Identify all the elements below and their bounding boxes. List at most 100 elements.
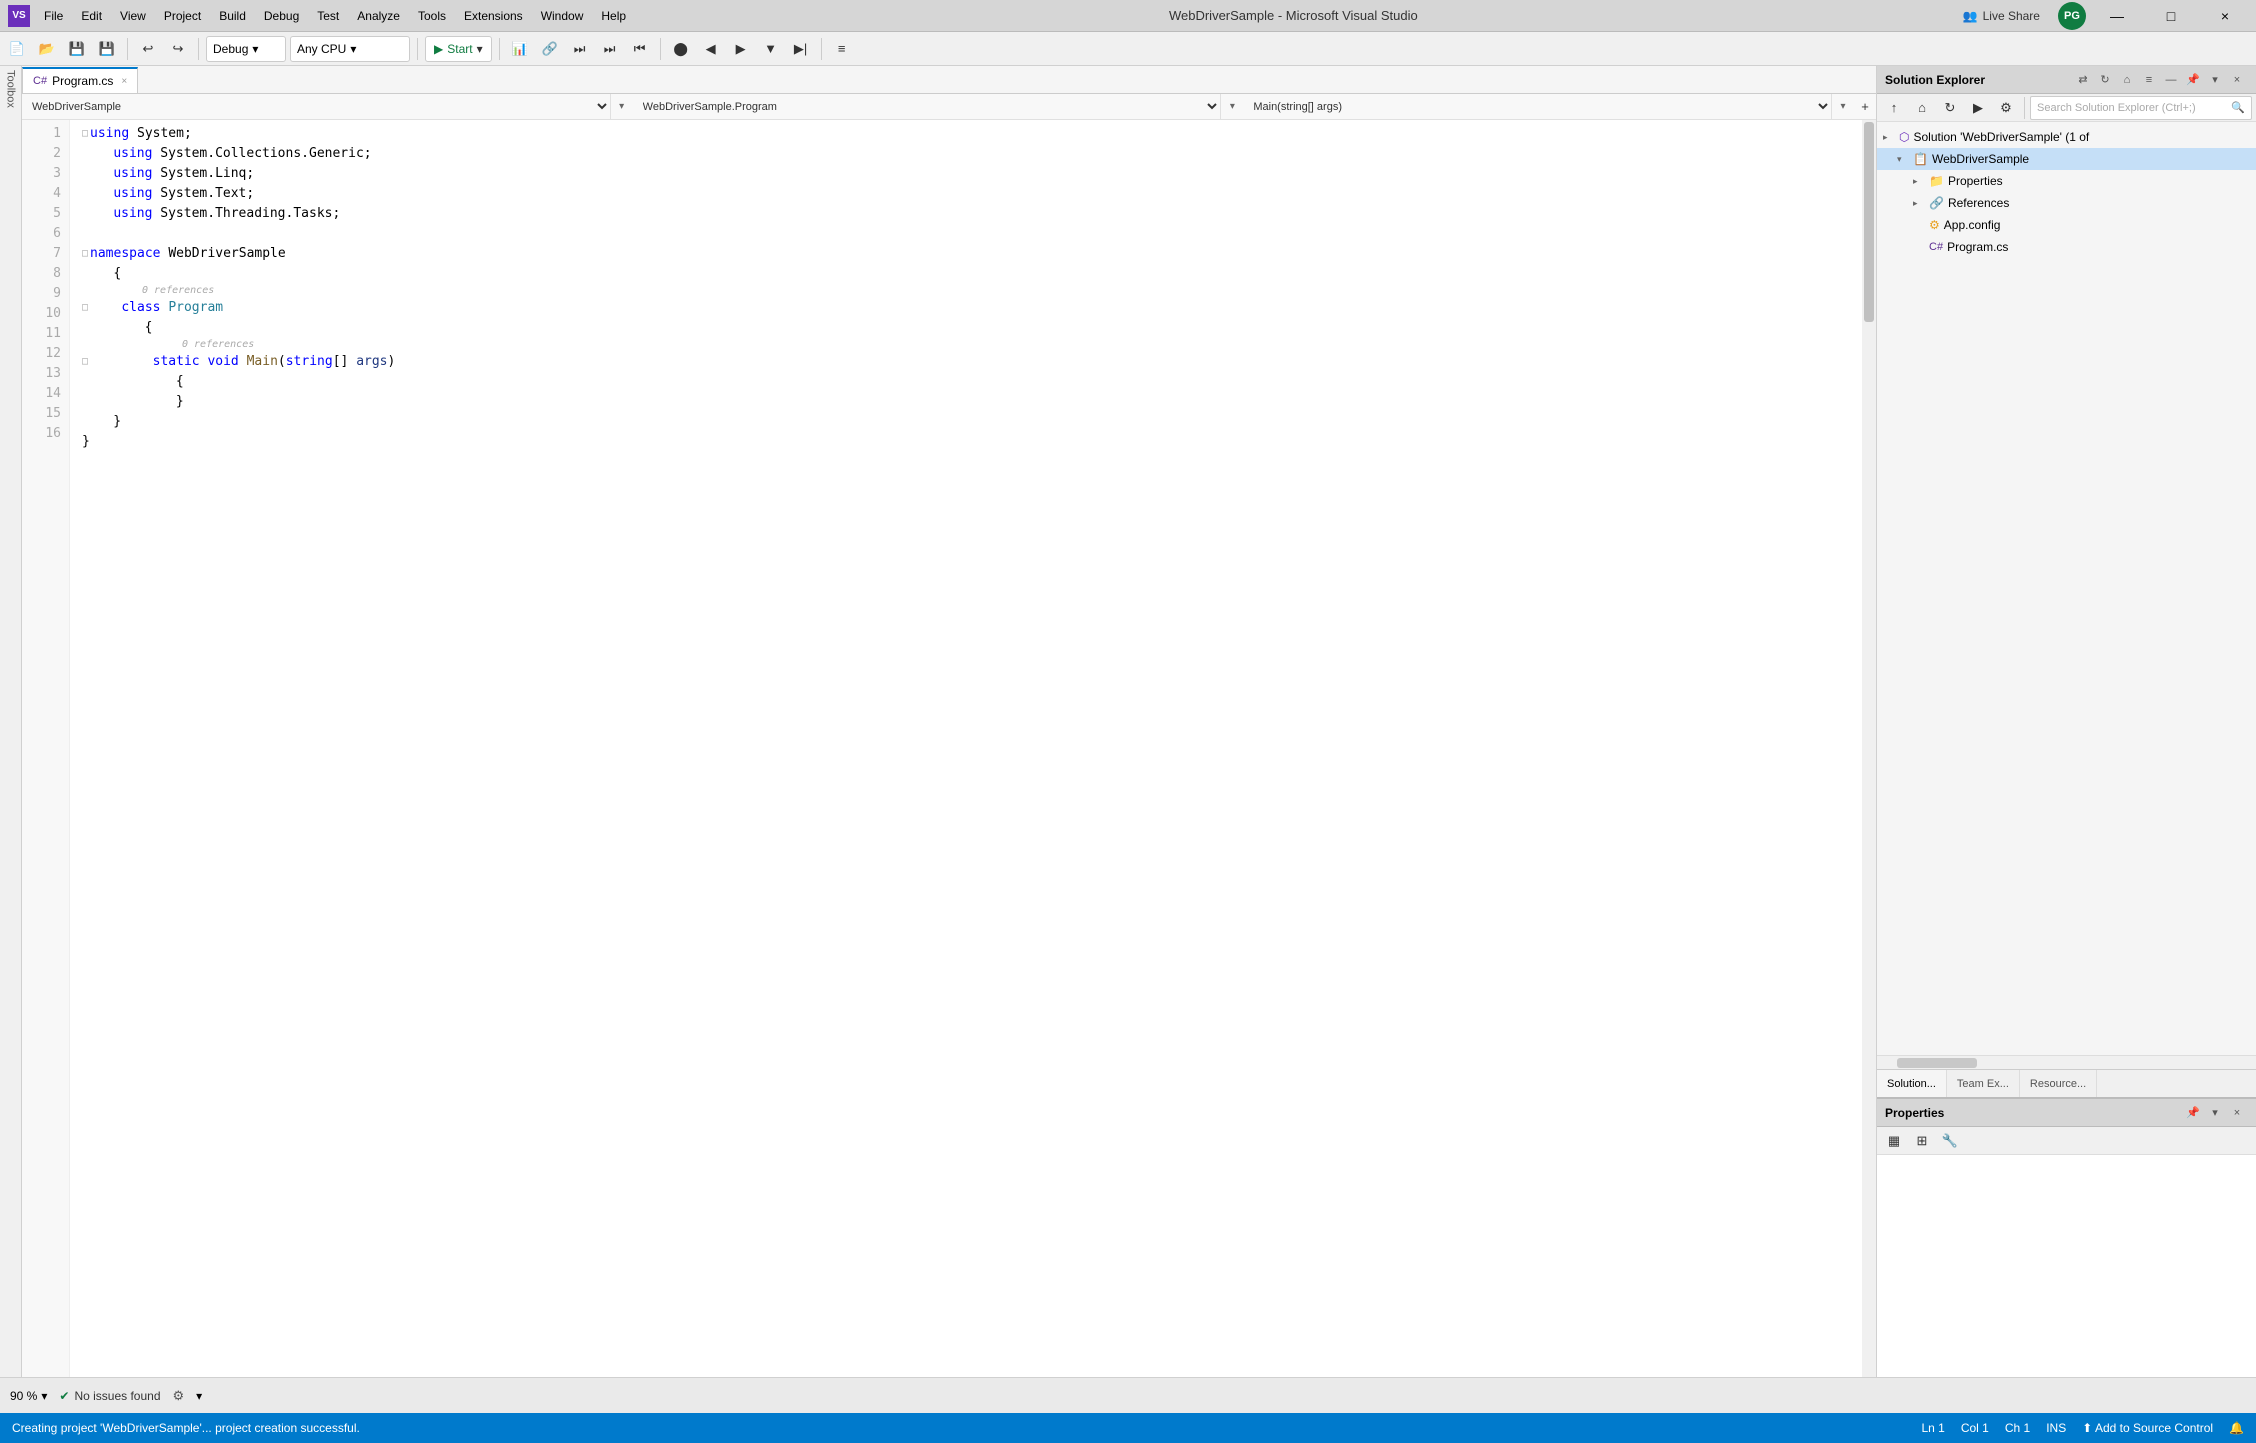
- nav-class-select[interactable]: WebDriverSample.Program: [633, 94, 1222, 119]
- collapse-1[interactable]: □: [82, 124, 88, 144]
- live-share-button[interactable]: 👥 Live Share: [1953, 5, 2050, 27]
- sep6: [821, 38, 822, 60]
- code-line-5: using System.Threading.Tasks;: [82, 204, 1850, 224]
- toolbar-nav4-btn[interactable]: ▶|: [788, 36, 814, 62]
- nav-arrow-2[interactable]: ▾: [1221, 94, 1243, 119]
- code-line-14: }: [82, 412, 1850, 432]
- expand-editor-btn[interactable]: +: [1854, 94, 1876, 120]
- sol-tb-5[interactable]: ⚙: [1993, 95, 2019, 121]
- props-pin-btn[interactable]: 📌: [2182, 1102, 2204, 1124]
- sol-collapse-btn[interactable]: —: [2160, 69, 2182, 91]
- sol-tab-solution[interactable]: Solution...: [1877, 1070, 1947, 1097]
- notification-icon[interactable]: 🔔: [2229, 1421, 2244, 1435]
- props-unpin-btn[interactable]: ▾: [2204, 1102, 2226, 1124]
- nav-arrow-1[interactable]: ▾: [611, 94, 633, 119]
- collapse-11[interactable]: □: [82, 352, 88, 372]
- tree-project[interactable]: ▾ 📋 WebDriverSample: [1877, 148, 2256, 170]
- sol-nav-btn[interactable]: ⌂: [2116, 69, 2138, 91]
- sol-tab-team[interactable]: Team Ex...: [1947, 1070, 2020, 1097]
- sol-filter-btn[interactable]: ≡: [2138, 69, 2160, 91]
- platform-dropdown[interactable]: Any CPU ▾: [290, 36, 410, 62]
- menu-extensions[interactable]: Extensions: [456, 5, 531, 27]
- toolbar-undo-btn[interactable]: ↩: [135, 36, 161, 62]
- props-close-btn[interactable]: ×: [2226, 1102, 2248, 1124]
- sol-tb-2[interactable]: ⌂: [1909, 95, 1935, 121]
- toolbar-misc-btn[interactable]: ≡: [829, 36, 855, 62]
- menu-view[interactable]: View: [112, 5, 154, 27]
- menu-help[interactable]: Help: [593, 5, 634, 27]
- settings-icon[interactable]: ⚙: [173, 1388, 185, 1404]
- sol-tb-1[interactable]: ↑: [1881, 95, 1907, 121]
- menu-project[interactable]: Project: [156, 5, 209, 27]
- sol-close-btn[interactable]: ×: [2226, 69, 2248, 91]
- status-ln: Ln 1: [1921, 1421, 1944, 1435]
- user-avatar[interactable]: PG: [2058, 2, 2086, 30]
- menu-file[interactable]: File: [36, 5, 71, 27]
- collapse-9[interactable]: □: [82, 298, 88, 318]
- scrollbar-thumb[interactable]: [1864, 122, 1874, 322]
- props-wrench-btn[interactable]: 🔧: [1937, 1128, 1963, 1154]
- sol-pin-btn[interactable]: 📌: [2182, 69, 2204, 91]
- menu-analyze[interactable]: Analyze: [349, 5, 408, 27]
- tree-program-cs[interactable]: ▸ C# Program.cs: [1877, 236, 2256, 258]
- toolbar-redo-btn[interactable]: ↪: [165, 36, 191, 62]
- tree-solution[interactable]: ▸ ⬡ Solution 'WebDriverSample' (1 of: [1877, 126, 2256, 148]
- source-control-label[interactable]: ⬆ Add to Source Control: [2082, 1421, 2213, 1435]
- props-cursor-btn[interactable]: ⊞: [1909, 1128, 1935, 1154]
- line-num-4: 4: [22, 184, 69, 204]
- toolbar-attach-btn[interactable]: 🔗: [537, 36, 563, 62]
- sol-search[interactable]: Search Solution Explorer (Ctrl+;) 🔍: [2030, 96, 2252, 120]
- start-button[interactable]: ▶ Start ▾: [425, 36, 492, 62]
- sol-toolbar: ↑ ⌂ ↻ ▶ ⚙ Search Solution Explorer (Ctrl…: [1877, 94, 2256, 122]
- sol-hscroll-thumb[interactable]: [1897, 1058, 1977, 1068]
- toolbar-stepover-btn[interactable]: ⏭: [597, 36, 623, 62]
- toolbar-nav3-btn[interactable]: ▼: [758, 36, 784, 62]
- toolbar-open-btn[interactable]: 📂: [34, 36, 60, 62]
- vertical-scrollbar[interactable]: [1862, 120, 1876, 1377]
- code-editor[interactable]: □ using System; using System.Collections…: [70, 120, 1862, 1377]
- sol-sync-btn[interactable]: ⇄: [2072, 69, 2094, 91]
- sol-tb-3[interactable]: ↻: [1937, 95, 1963, 121]
- settings-dropdown[interactable]: ▾: [196, 1389, 202, 1403]
- menu-window[interactable]: Window: [533, 5, 592, 27]
- menu-test[interactable]: Test: [309, 5, 347, 27]
- menu-edit[interactable]: Edit: [73, 5, 110, 27]
- tree-properties[interactable]: ▸ 📁 Properties: [1877, 170, 2256, 192]
- menu-debug[interactable]: Debug: [256, 5, 307, 27]
- tab-close-btn[interactable]: ×: [121, 76, 127, 87]
- toolbar-step-btn[interactable]: ⏭: [567, 36, 593, 62]
- toolbar-stepout-btn[interactable]: ⏮: [627, 36, 653, 62]
- sol-tab-resource[interactable]: Resource...: [2020, 1070, 2097, 1097]
- toolbar-nav2-btn[interactable]: ▶: [728, 36, 754, 62]
- zoom-control[interactable]: 90 % ▾: [10, 1389, 47, 1403]
- vs-logo: VS: [8, 5, 30, 27]
- sol-hscroll[interactable]: [1877, 1055, 2256, 1069]
- minimize-button[interactable]: —: [2094, 0, 2140, 32]
- menu-build[interactable]: Build: [211, 5, 254, 27]
- props-title: Properties: [1885, 1106, 2182, 1120]
- maximize-button[interactable]: □: [2148, 0, 2194, 32]
- sol-sep: [2024, 97, 2025, 119]
- collapse-7[interactable]: □: [82, 244, 88, 264]
- toolbar-save-btn[interactable]: 💾: [64, 36, 90, 62]
- close-button[interactable]: ×: [2202, 0, 2248, 32]
- nav-project-select[interactable]: WebDriverSample: [22, 94, 611, 119]
- menu-tools[interactable]: Tools: [410, 5, 454, 27]
- toolbar-new-btn[interactable]: 📄: [4, 36, 30, 62]
- tree-references[interactable]: ▸ 🔗 References: [1877, 192, 2256, 214]
- nav-method-select[interactable]: Main(string[] args): [1243, 94, 1832, 119]
- toolbar-bp-btn[interactable]: ⬤: [668, 36, 694, 62]
- tree-app-config[interactable]: ▸ ⚙ App.config: [1877, 214, 2256, 236]
- props-grid-btn[interactable]: ▦: [1881, 1128, 1907, 1154]
- nav-arrow-3[interactable]: ▾: [1832, 94, 1854, 119]
- sol-unpin-btn[interactable]: ▾: [2204, 69, 2226, 91]
- sol-refresh-btn[interactable]: ↻: [2094, 69, 2116, 91]
- program-cs-icon: C#: [1929, 241, 1943, 253]
- toolbar-nav1-btn[interactable]: ◀: [698, 36, 724, 62]
- sol-tb-4[interactable]: ▶: [1965, 95, 1991, 121]
- debug-config-dropdown[interactable]: Debug ▾: [206, 36, 286, 62]
- tab-program-cs[interactable]: C# Program.cs ×: [22, 67, 138, 93]
- toolbar-saveall-btn[interactable]: 💾: [94, 36, 120, 62]
- toolbar-perf-btn[interactable]: 📊: [507, 36, 533, 62]
- main-content: Toolbox C# Program.cs × WebDriverSample …: [0, 66, 2256, 1377]
